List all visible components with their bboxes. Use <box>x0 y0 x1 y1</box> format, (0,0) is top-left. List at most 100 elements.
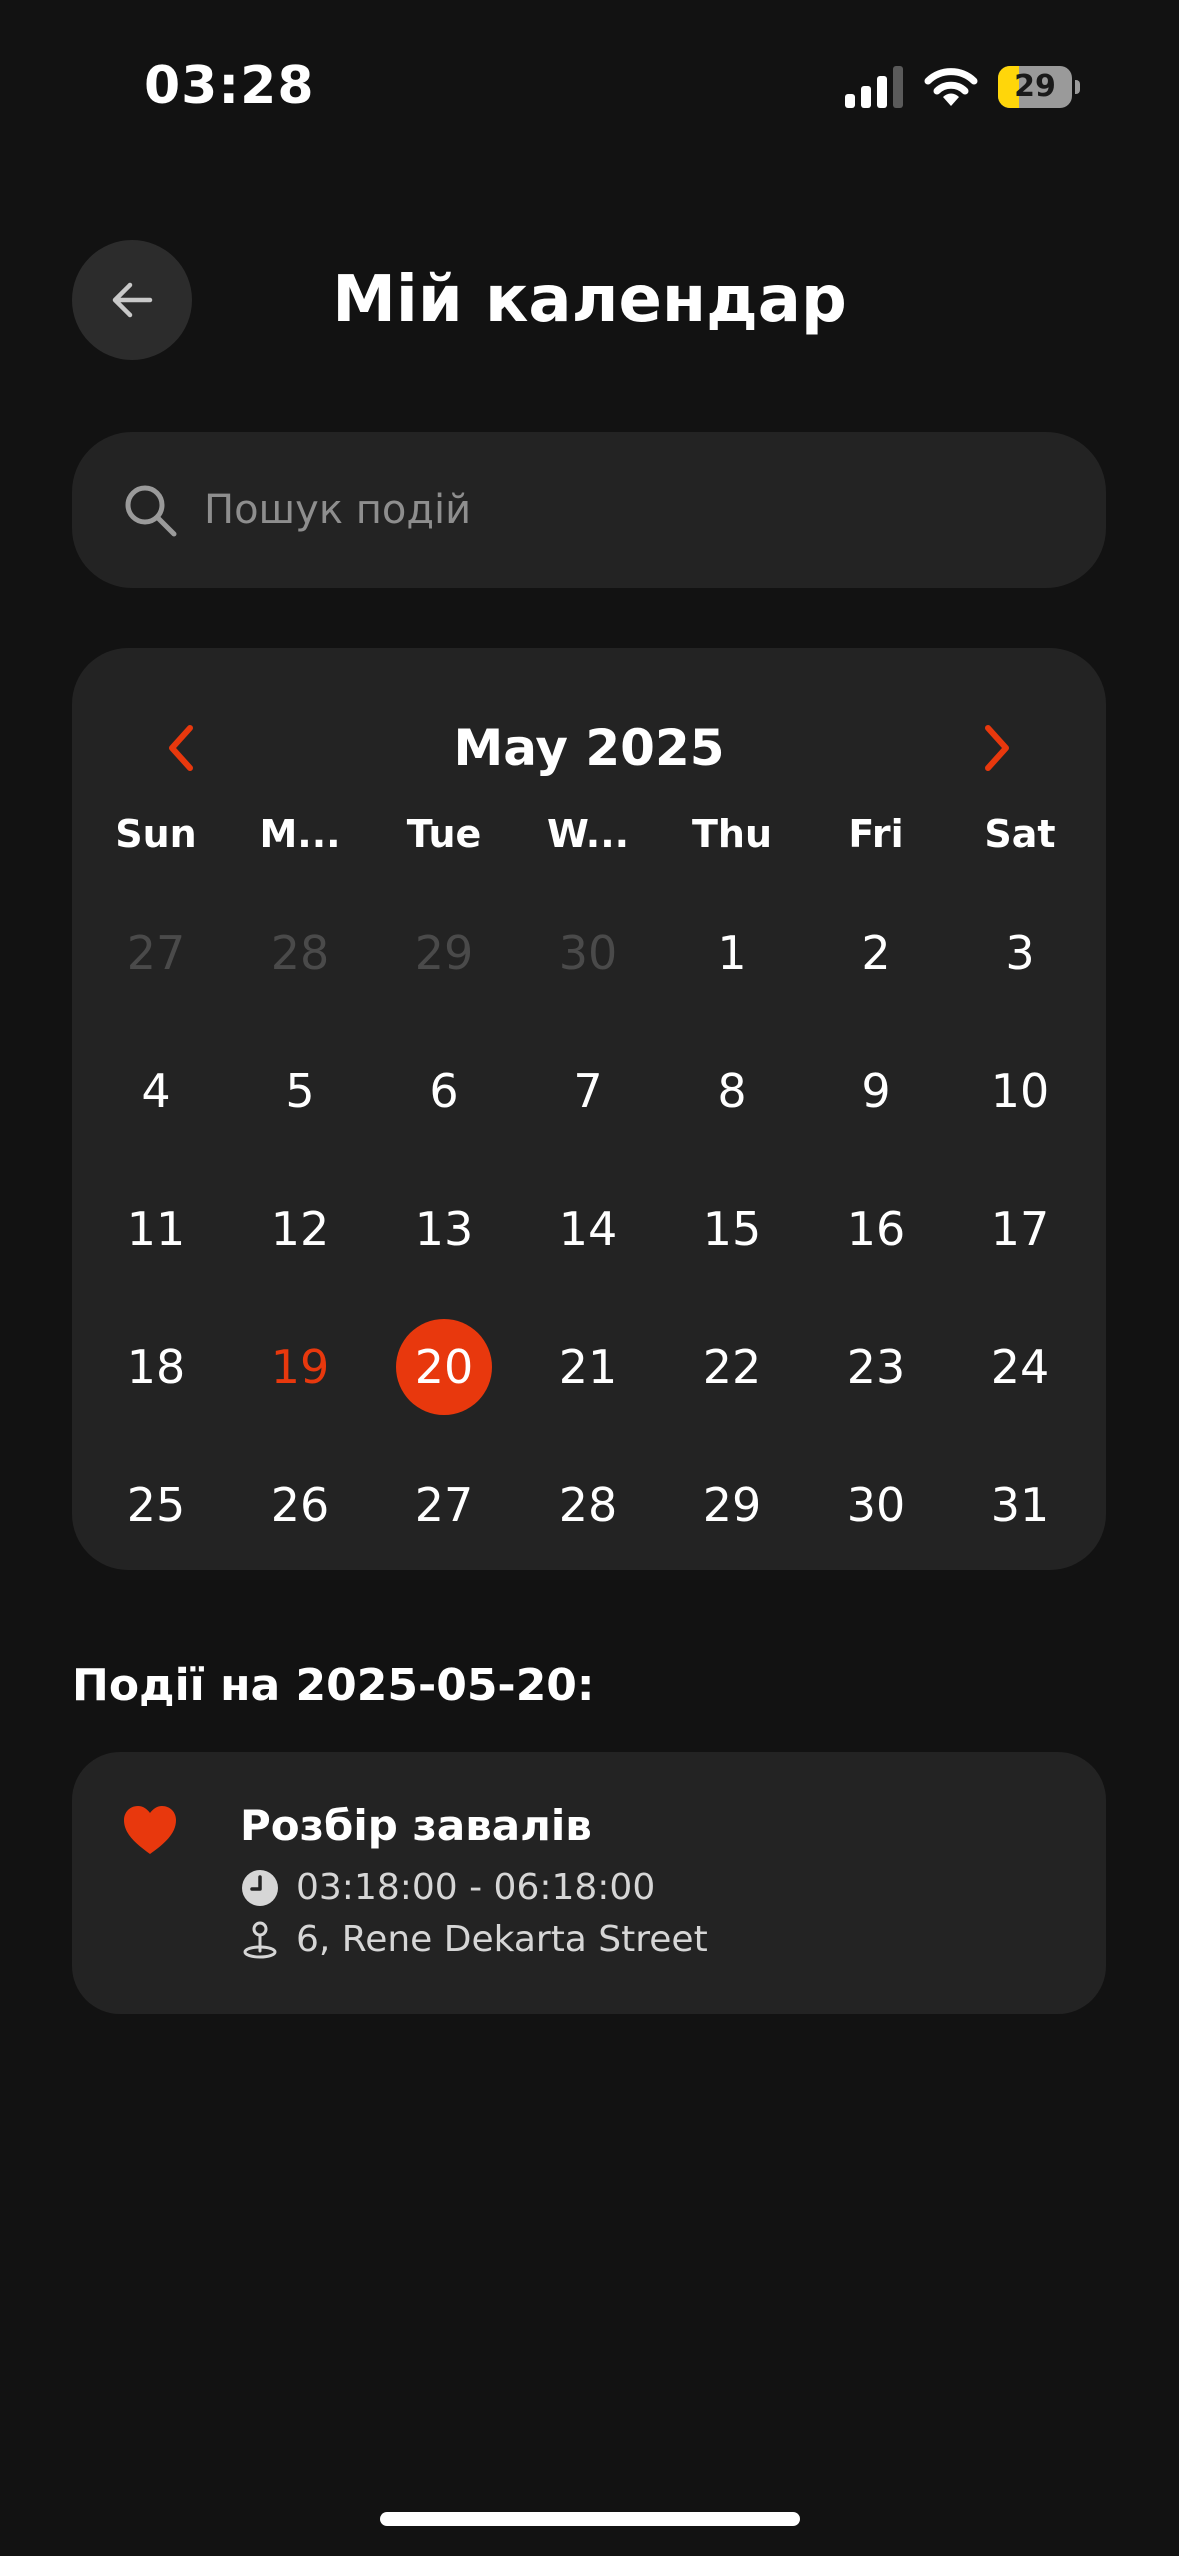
event-card[interactable]: Розбір завалів 03:18:00 - 06:18:00 6, Re… <box>72 1752 1106 2014</box>
day-number: 26 <box>270 1478 330 1532</box>
calendar-day[interactable]: 29 <box>372 884 516 1022</box>
day-number: 20 <box>396 1319 492 1415</box>
calendar-day[interactable]: 13 <box>372 1160 516 1298</box>
calendar-day[interactable]: 14 <box>516 1160 660 1298</box>
weekday-label: Sat <box>984 812 1056 856</box>
calendar-day[interactable]: 7 <box>516 1022 660 1160</box>
calendar-day[interactable]: 5 <box>228 1022 372 1160</box>
wifi-icon <box>924 68 978 106</box>
calendar-day[interactable]: 3 <box>948 884 1092 1022</box>
calendar-day[interactable]: 6 <box>372 1022 516 1160</box>
day-number: 4 <box>141 1064 171 1118</box>
event-time: 03:18:00 - 06:18:00 <box>296 1867 656 1908</box>
day-number: 3 <box>1005 926 1035 980</box>
battery-level: 29 <box>1014 69 1056 104</box>
month-label: May 2025 <box>453 719 725 777</box>
home-indicator[interactable] <box>380 2512 800 2526</box>
events-heading: Події на 2025-05-20: <box>72 1660 595 1711</box>
calendar-day[interactable]: 26 <box>228 1436 372 1574</box>
day-number: 25 <box>126 1478 186 1532</box>
event-location: 6, Rene Dekarta Street <box>296 1919 708 1960</box>
day-number: 11 <box>126 1202 186 1256</box>
day-number: 24 <box>990 1340 1050 1394</box>
calendar-day[interactable]: 15 <box>660 1160 804 1298</box>
day-number: 27 <box>414 1478 474 1532</box>
calendar-day[interactable]: 25 <box>84 1436 228 1574</box>
calendar-day[interactable]: 28 <box>228 884 372 1022</box>
day-number: 31 <box>990 1478 1050 1532</box>
event-location-row: 6, Rene Dekarta Street <box>240 1914 708 1966</box>
day-number: 17 <box>990 1202 1050 1256</box>
battery-icon: 29 <box>998 66 1082 108</box>
location-pin-icon <box>243 1921 277 1959</box>
heart-icon <box>124 1806 176 1854</box>
calendar-day[interactable]: 28 <box>516 1436 660 1574</box>
day-number: 30 <box>558 926 618 980</box>
calendar-day[interactable]: 9 <box>804 1022 948 1160</box>
day-number: 10 <box>990 1064 1050 1118</box>
day-number: 14 <box>558 1202 618 1256</box>
calendar-day[interactable]: 1 <box>660 884 804 1022</box>
calendar-day[interactable]: 24 <box>948 1298 1092 1436</box>
calendar-day[interactable]: 21 <box>516 1298 660 1436</box>
calendar-day[interactable]: 16 <box>804 1160 948 1298</box>
page-title: Мій календар <box>332 263 847 337</box>
day-number: 2 <box>861 926 891 980</box>
event-time-row: 03:18:00 - 06:18:00 <box>240 1862 655 1914</box>
previous-month-button[interactable] <box>132 698 232 798</box>
back-button[interactable] <box>72 240 192 360</box>
calendar-day[interactable]: 31 <box>948 1436 1092 1574</box>
day-number: 6 <box>429 1064 459 1118</box>
status-time: 03:28 <box>144 56 315 116</box>
day-number: 28 <box>270 926 330 980</box>
day-number: 28 <box>558 1478 618 1532</box>
calendar-day[interactable]: 30 <box>804 1436 948 1574</box>
calendar-day[interactable]: 27 <box>84 884 228 1022</box>
calendar-day-selected[interactable]: 20 <box>372 1298 516 1436</box>
day-number: 29 <box>702 1478 762 1532</box>
day-number: 22 <box>702 1340 762 1394</box>
weekday-label: Tue <box>406 812 482 856</box>
weekday-label: Thu <box>691 812 773 856</box>
calendar-day[interactable]: 30 <box>516 884 660 1022</box>
weekday-label: Sun <box>115 812 197 856</box>
day-number: 12 <box>270 1202 330 1256</box>
chevron-left-icon <box>169 725 193 771</box>
calendar-day[interactable]: 27 <box>372 1436 516 1574</box>
calendar-day[interactable]: 2 <box>804 884 948 1022</box>
search-icon <box>125 485 177 537</box>
day-number: 8 <box>717 1064 747 1118</box>
calendar-day[interactable]: 17 <box>948 1160 1092 1298</box>
day-number: 9 <box>861 1064 891 1118</box>
weekday-header: Sun M... Tue W... Thu Fri Sat <box>84 804 1092 864</box>
calendar-day[interactable]: 11 <box>84 1160 228 1298</box>
calendar-day[interactable]: 8 <box>660 1022 804 1160</box>
days-grid: 27 28 29 30 1 2 3 4 5 6 7 8 9 10 11 12 13 14 15 16 17 18 19 20 2… <box>84 884 1092 1574</box>
calendar-day[interactable]: 10 <box>948 1022 1092 1160</box>
day-number: 29 <box>414 926 474 980</box>
day-number: 5 <box>285 1064 315 1118</box>
calendar-day[interactable]: 12 <box>228 1160 372 1298</box>
weekday-label: M... <box>259 812 341 856</box>
calendar-day[interactable]: 23 <box>804 1298 948 1436</box>
calendar-day[interactable]: 4 <box>84 1022 228 1160</box>
calendar-day[interactable]: 22 <box>660 1298 804 1436</box>
day-number: 19 <box>270 1340 330 1394</box>
day-number: 18 <box>126 1340 186 1394</box>
calendar-day[interactable]: 19 <box>228 1298 372 1436</box>
day-number: 23 <box>846 1340 906 1394</box>
weekday-label: W... <box>546 812 630 856</box>
search-bar[interactable] <box>72 432 1106 588</box>
cellular-signal-icon <box>845 66 903 108</box>
chevron-right-icon <box>985 725 1009 771</box>
calendar-day[interactable]: 29 <box>660 1436 804 1574</box>
calendar-day[interactable]: 18 <box>84 1298 228 1436</box>
day-number: 13 <box>414 1202 474 1256</box>
search-input[interactable] <box>204 470 1064 550</box>
status-bar: 03:28 29 <box>0 0 1179 176</box>
event-title: Розбір завалів <box>240 1801 592 1850</box>
next-month-button[interactable] <box>946 698 1046 798</box>
weekday-label: Fri <box>848 812 904 856</box>
calendar: May 2025 Sun M... Tue W... Thu Fri Sat 2… <box>72 648 1106 1570</box>
day-number: 21 <box>558 1340 618 1394</box>
